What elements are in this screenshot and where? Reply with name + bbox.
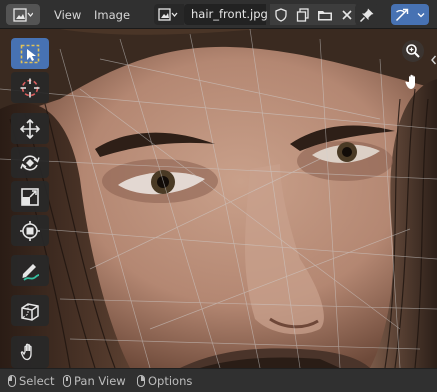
- move-icon: [19, 118, 41, 139]
- annotate-icon: [22, 263, 40, 281]
- tool-sample[interactable]: [11, 336, 49, 368]
- tool-move[interactable]: [11, 113, 49, 144]
- duplicate-icon: [296, 7, 309, 22]
- pin-button[interactable]: [355, 4, 379, 25]
- grab-icon: [21, 302, 39, 321]
- folder-icon: [318, 10, 332, 20]
- tool-grab[interactable]: [11, 295, 49, 326]
- uv-sync-icon: [395, 8, 409, 21]
- zoom-view-button[interactable]: [402, 40, 424, 62]
- tool-cursor[interactable]: [11, 72, 49, 103]
- tool-shelf: [0, 29, 52, 368]
- status-label-options: Options: [148, 374, 193, 388]
- scale-icon: [21, 187, 39, 206]
- menu-view[interactable]: View: [54, 8, 81, 22]
- fake-user-button[interactable]: [270, 4, 292, 25]
- tool-rotate[interactable]: [11, 147, 49, 178]
- rotate-icon: [20, 154, 40, 171]
- transform-icon: [20, 220, 40, 241]
- shield-icon: [275, 7, 287, 22]
- editor-type-button[interactable]: [6, 4, 40, 25]
- pin-icon: [359, 8, 374, 22]
- mouse-right-icon: [137, 375, 145, 387]
- status-label-pan: Pan View: [74, 374, 126, 388]
- uv-sync-button[interactable]: [391, 4, 413, 25]
- tool-transform[interactable]: [11, 215, 49, 246]
- pan-view-button[interactable]: [402, 71, 424, 93]
- cursor-icon: [20, 78, 40, 97]
- open-image-button[interactable]: [314, 4, 336, 25]
- image-viewport[interactable]: [0, 29, 437, 368]
- close-icon: [342, 9, 352, 20]
- hand-icon: [20, 343, 32, 361]
- zoom-icon: [406, 44, 420, 58]
- duplicate-image-button[interactable]: [292, 4, 314, 25]
- image-name-field[interactable]: hair_front.jpg: [184, 4, 268, 25]
- tool-scale[interactable]: [11, 181, 49, 212]
- select-box-icon: [20, 44, 40, 63]
- status-item-options: Options: [137, 374, 192, 388]
- status-item-pan: Pan View: [63, 374, 126, 388]
- chevron-left-icon: [431, 55, 437, 65]
- menu-image[interactable]: Image: [94, 8, 130, 22]
- browse-image-button[interactable]: [154, 4, 184, 25]
- hand-icon: [405, 74, 415, 89]
- mouse-middle-icon: [63, 375, 71, 387]
- tool-select-box[interactable]: [11, 38, 49, 69]
- status-bar: Select Pan View Options: [0, 368, 437, 392]
- uv-sync-dropdown[interactable]: [413, 4, 429, 25]
- mouse-left-icon: [8, 375, 16, 387]
- status-item-select: Select: [8, 374, 54, 388]
- image-editor-icon: [13, 7, 33, 22]
- status-label-select: Select: [19, 374, 55, 388]
- chevron-down-icon: [417, 12, 425, 17]
- image-editor-header: View Image hair_front.jpg: [0, 0, 437, 29]
- tool-annotate[interactable]: [11, 255, 49, 286]
- image-browse-icon: [158, 7, 178, 21]
- sidebar-collapse-button[interactable]: [430, 53, 437, 67]
- photo-hair-front: [0, 29, 437, 368]
